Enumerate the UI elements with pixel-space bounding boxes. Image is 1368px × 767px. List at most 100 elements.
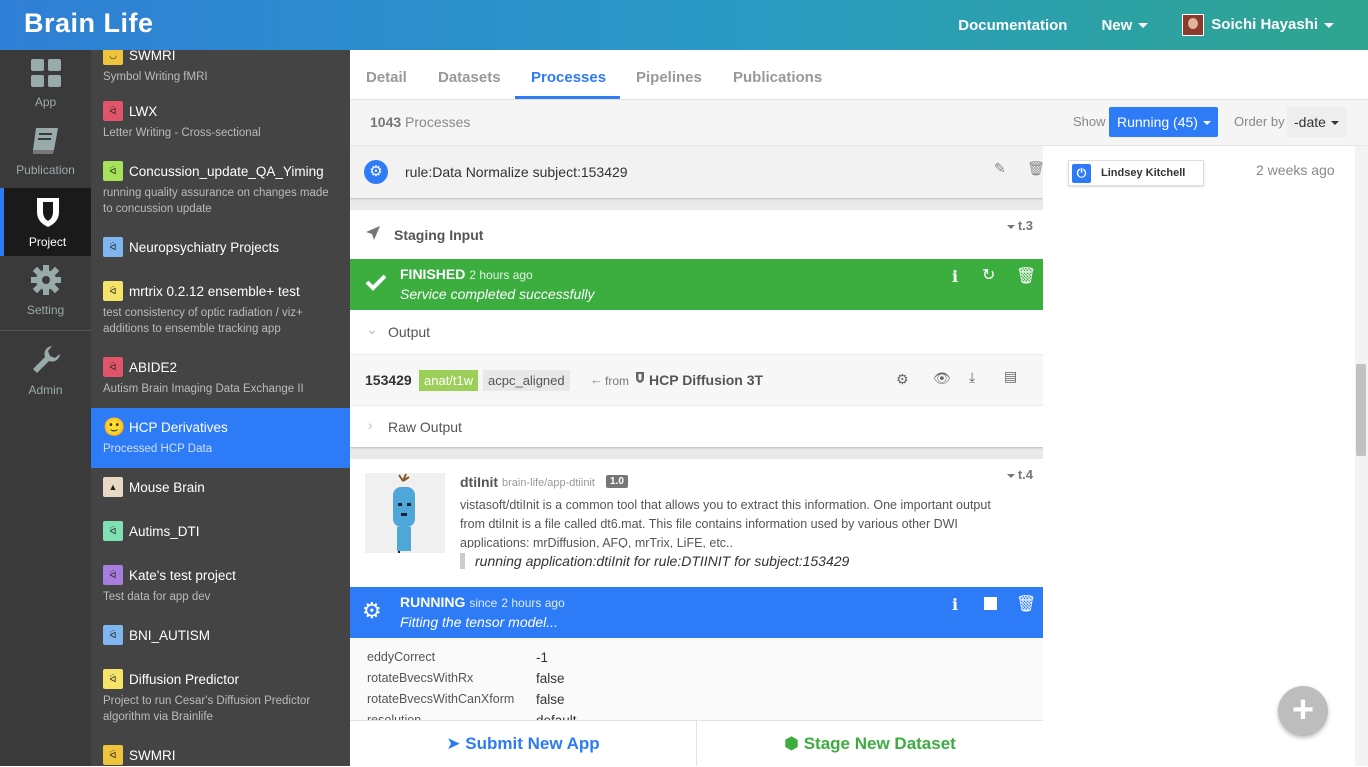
status-time: 2 hours ago [469,268,533,282]
stage-new-dataset-button[interactable]: ⬢ Stage New Dataset [696,721,1043,766]
output-row[interactable]: 153429 anat/t1w acpc_aligned ← from HCP … [350,354,1043,406]
top-navbar: Brain Life Documentation New Soichi Haya… [0,0,1368,50]
book-icon [32,128,58,154]
project-name: Autims_DTI [129,523,200,539]
from-label: from [605,374,629,388]
order-label: Order by [1234,114,1285,129]
user-menu[interactable]: Soichi Hayashi [1182,14,1334,36]
project-item[interactable]: ᐛ Concussion_update_QA_Yiming running qua… [91,160,350,224]
caret-down-icon [1006,473,1015,478]
config-value: -1 [536,650,549,665]
instance-title[interactable]: rule:Data Normalize subject:153429 [405,164,628,180]
status-banner-running: ⚙ RUNNING since 2 hours ago Fitting the te… [350,587,1043,638]
project-item[interactable]: ᐛ Autims_DTI [91,520,350,550]
project-item[interactable]: ᐛ LWX Letter Writing - Cross-sectional [91,100,350,146]
sidebar-item-label: Project [28,235,67,249]
tab-publications[interactable]: Publications [733,69,822,86]
gear-icon: ⚙ [362,598,382,623]
edit-icon[interactable]: ✎ [994,160,1006,177]
order-dropdown[interactable]: -date [1287,107,1347,137]
datatype-tag: acpc_aligned [483,370,570,391]
project-tabs: Detail Datasets Processes Pipelines Publ… [350,50,1368,100]
info-icon[interactable]: i [952,267,958,286]
project-item[interactable]: ᐛ Diffusion Predictor Project to run Cesa… [91,668,350,732]
sidebar-item-label: Admin [28,383,63,397]
config-key: rotateBvecsWithRx [367,671,474,685]
output-toggle[interactable]: ⌄ Output [350,310,1043,354]
process-icon[interactable]: ⚙ [896,371,909,388]
status-time: 2 hours ago [501,596,565,610]
project-item[interactable]: ᐛ Kate's test project Test data for app d… [91,564,350,610]
new-menu[interactable]: New [1101,17,1149,34]
project-name: Concussion_update_QA_Yiming [129,163,324,179]
raw-output-label: Raw Output [388,419,462,435]
trash-icon[interactable]: 🗑 [1027,160,1043,177]
wrench-icon [32,346,60,373]
trash-icon[interactable]: 🗑 [1016,266,1036,286]
documentation-link[interactable]: Documentation [958,17,1067,34]
sidebar-item-project[interactable]: Project [0,188,91,256]
sidebar-item-app[interactable]: App [0,58,91,109]
project-avatar: ᐛ [103,669,123,689]
project-item[interactable]: ▲ Mouse Brain [91,476,350,506]
tab-datasets[interactable]: Datasets [438,69,501,86]
rerun-icon[interactable]: ↻ [982,265,995,285]
project-name: LWX [129,103,158,119]
send-icon [366,226,380,240]
project-item[interactable]: ᐛ mrtrix 0.2.12 ensemble+ test test consi… [91,280,350,344]
project-name: HCP Derivatives [129,419,228,435]
stage-label: Stage New Dataset [803,734,956,753]
task-id-value: t.3 [1017,218,1033,233]
tab-processes[interactable]: Processes [531,69,606,86]
project-avatar: ◡ [103,50,123,65]
app-name[interactable]: dtiInit [460,474,498,490]
running-note: running application:dtiInit for rule:DTI… [460,553,849,569]
project-item[interactable]: ᐛ ABIDE2 Autism Brain Imaging Data Exchan… [91,356,350,402]
show-filter-dropdown[interactable]: Running (45) [1109,107,1218,137]
project-avatar: ᐛ [103,357,123,377]
project-name: Diffusion Predictor [129,671,240,687]
app-repo: brain-life/app-dtiinit [502,477,595,489]
project-item-selected[interactable]: 🙂 HCP Derivatives Processed HCP Data [91,408,350,468]
sidebar-item-publication[interactable]: Publication [0,126,91,177]
archive-icon[interactable]: ▤ [1004,368,1017,385]
user-badge[interactable]: ⏻ Lindsey Kitchell [1068,160,1204,186]
task-id[interactable]: t.4 [1002,467,1033,482]
version-badge: 1.0 [606,475,628,488]
scrollbar[interactable] [1355,146,1368,766]
source-project-link[interactable]: HCP Diffusion 3T [649,372,763,388]
config-value: false [536,692,565,707]
stop-icon[interactable] [984,597,997,610]
submit-new-app-button[interactable]: ➤ Submit New App [350,721,696,766]
project-desc: Symbol Writing fMRI [103,71,208,83]
brand-logo[interactable]: Brain Life [24,8,154,39]
add-button[interactable]: + [1278,686,1328,736]
scrollbar-thumb[interactable] [1356,364,1366,456]
power-icon: ⏻ [1072,164,1091,183]
task-id[interactable]: t.3 [1002,218,1033,233]
check-icon [365,274,387,291]
tab-detail[interactable]: Detail [366,69,407,86]
info-icon[interactable]: i [952,595,958,614]
avatar [1182,14,1205,36]
tab-pipelines[interactable]: Pipelines [636,69,702,86]
project-desc: Autism Brain Imaging Data Exchange II [103,383,304,395]
download-icon[interactable]: ⤓ [969,369,975,386]
config-key: rotateBvecsWithCanXform [367,692,515,706]
project-item[interactable]: ◡ SWMRI Symbol Writing fMRI [91,50,350,90]
process-list-header: 1043 Processes Show Running (45) Order b… [350,100,1368,146]
project-item[interactable]: ᐛ BNI_AUTISM [91,624,350,654]
project-avatar: ᐛ [103,625,123,645]
trash-icon[interactable]: 🗑 [1016,594,1036,614]
sidebar-item-setting[interactable]: Setting [0,264,91,317]
app-description: vistasoft/dtiInit is a common tool that … [460,498,991,548]
process-detail: ⚙ rule:Data Normalize subject:153429 ✎ 🗑… [350,146,1043,766]
sidebar-divider [0,330,91,331]
project-desc: test consistency of optic radiation / vi… [103,307,303,335]
eye-icon[interactable]: 👁 [933,370,951,387]
project-avatar: ᐛ [103,281,123,301]
raw-output-toggle[interactable]: › Raw Output [350,406,1043,447]
project-item[interactable]: ᐛ Neuropsychiatry Projects [91,236,350,266]
sidebar-item-admin[interactable]: Admin [0,344,91,397]
project-item[interactable]: ᐛ SWMRI [91,744,350,766]
